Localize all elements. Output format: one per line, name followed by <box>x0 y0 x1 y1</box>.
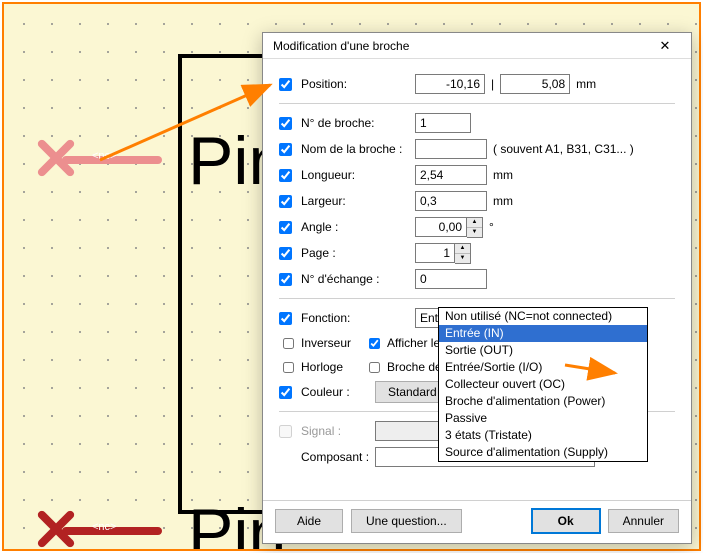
signal-label: Signal : <box>301 424 371 438</box>
pin-name-hint: ( souvent A1, B31, C31... ) <box>493 142 634 156</box>
question-button[interactable]: Une question... <box>351 509 462 533</box>
close-icon[interactable]: ✕ <box>645 35 685 57</box>
pin-name-input[interactable] <box>415 139 487 159</box>
length-input[interactable] <box>415 165 487 185</box>
position-label: Position: <box>301 77 411 91</box>
pin-edit-dialog: Modification d'une broche ✕ Position: | … <box>262 32 692 544</box>
function-option[interactable]: Non utilisé (NC=not connected) <box>439 308 647 325</box>
page-spinner[interactable]: ▲▼ <box>455 243 471 264</box>
signal-checkbox <box>279 425 292 438</box>
width-input[interactable] <box>415 191 487 211</box>
color-checkbox[interactable] <box>279 386 292 399</box>
function-label: Fonction: <box>301 311 411 325</box>
function-option[interactable]: Entrée (IN) <box>439 325 647 342</box>
dialog-title: Modification d'une broche <box>273 39 645 53</box>
nc-label: <nc> <box>92 150 116 162</box>
angle-input[interactable] <box>415 217 467 237</box>
function-option[interactable]: Broche d'alimentation (Power) <box>439 393 647 410</box>
swap-checkbox[interactable] <box>279 273 292 286</box>
length-label: Longueur: <box>301 168 411 182</box>
pin-no-checkbox[interactable] <box>279 117 292 130</box>
help-button[interactable]: Aide <box>275 509 343 533</box>
position-unit: mm <box>576 77 596 91</box>
composant-label: Composant : <box>301 450 371 464</box>
function-option[interactable]: Sortie (OUT) <box>439 342 647 359</box>
angle-unit: ° <box>489 220 494 234</box>
pin-no-input[interactable] <box>415 113 471 133</box>
page-checkbox[interactable] <box>279 247 292 260</box>
titlebar[interactable]: Modification d'une broche ✕ <box>263 33 691 59</box>
function-dropdown[interactable]: Non utilisé (NC=not connected) Entrée (I… <box>438 307 648 462</box>
inverter-label: Inverseur <box>301 336 361 350</box>
page-label: Page : <box>301 246 411 260</box>
swap-label: N° d'échange : <box>301 272 411 286</box>
function-option[interactable]: Source d'alimentation (Supply) <box>439 444 647 461</box>
page-input[interactable] <box>415 243 455 263</box>
angle-spinner[interactable]: ▲▼ <box>467 217 483 238</box>
function-checkbox[interactable] <box>279 312 292 325</box>
function-option[interactable]: 3 états (Tristate) <box>439 427 647 444</box>
nc-pin-1[interactable]: <nc> <box>14 138 164 178</box>
position-y-input[interactable] <box>500 74 570 94</box>
clock-label: Horloge <box>301 360 361 374</box>
angle-checkbox[interactable] <box>279 221 292 234</box>
width-label: Largeur: <box>301 194 411 208</box>
pin-name-checkbox[interactable] <box>279 143 292 156</box>
position-x-input[interactable] <box>415 74 485 94</box>
length-unit: mm <box>493 168 513 182</box>
swap-input[interactable] <box>415 269 487 289</box>
position-checkbox[interactable] <box>279 78 292 91</box>
clock-checkbox[interactable] <box>283 361 294 374</box>
cancel-button[interactable]: Annuler <box>608 509 679 533</box>
refdisplay-checkbox[interactable] <box>369 361 380 374</box>
inverter-checkbox[interactable] <box>283 337 294 350</box>
pin-no-label: N° de broche: <box>301 116 411 130</box>
function-option[interactable]: Entrée/Sortie (I/O) <box>439 359 647 376</box>
function-option[interactable]: Passive <box>439 410 647 427</box>
nc-label: <nc> <box>92 521 116 533</box>
color-label: Couleur : <box>301 385 371 399</box>
length-checkbox[interactable] <box>279 169 292 182</box>
angle-label: Angle : <box>301 220 411 234</box>
width-checkbox[interactable] <box>279 195 292 208</box>
shownum-checkbox[interactable] <box>369 337 380 350</box>
nc-pin-2[interactable]: <nc> <box>14 509 164 549</box>
pin-name-label: Nom de la broche : <box>301 142 411 156</box>
function-option[interactable]: Collecteur ouvert (OC) <box>439 376 647 393</box>
position-sep: | <box>491 77 494 91</box>
ok-button[interactable]: Ok <box>532 509 600 533</box>
width-unit: mm <box>493 194 513 208</box>
